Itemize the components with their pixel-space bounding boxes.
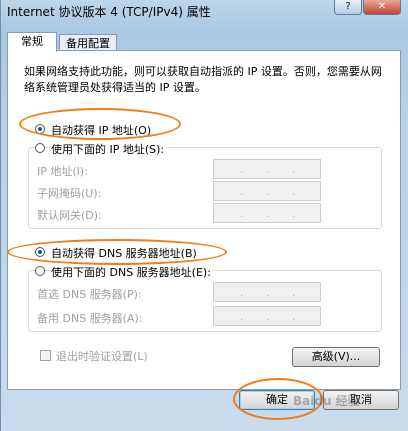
ip-separator-1: . xyxy=(240,163,244,176)
alternate-dns-separator-1: . xyxy=(240,310,244,323)
ip-separator-3: . xyxy=(292,163,296,176)
ip-address-input[interactable]: ... xyxy=(213,159,321,179)
auto-ip-label[interactable]: 自动获得 IP 地址(O) xyxy=(51,122,151,138)
alternate-dns-input[interactable]: ... xyxy=(213,306,321,326)
description-text: 如果网络支持此功能，则可以获取自动指派的 IP 设置。否则，您需要从网络系统管理… xyxy=(24,65,382,94)
manual-dns-label[interactable]: 使用下面的 DNS 服务器地址(E): xyxy=(51,264,213,280)
window-title: Internet 协议版本 4 (TCP/IPv4) 属性 xyxy=(7,5,211,19)
preferred-dns-input[interactable]: ... xyxy=(213,282,321,302)
validate-on-exit-label[interactable]: 退出时验证设置(L) xyxy=(56,348,148,364)
gateway-separator-3: . xyxy=(292,207,296,220)
close-button[interactable]: ✕ xyxy=(363,0,401,15)
ip-address-label: IP 地址(I): xyxy=(37,165,88,178)
subnet-separator-2: . xyxy=(266,185,270,198)
advanced-button[interactable]: 高级(V)... xyxy=(292,347,380,367)
preferred-dns-separator-2: . xyxy=(266,286,270,299)
default-gateway-input[interactable]: ... xyxy=(213,203,321,223)
alternate-dns-separator-2: . xyxy=(266,310,270,323)
manual-ip-radio[interactable] xyxy=(35,143,45,153)
ip-separator-2: . xyxy=(266,163,270,176)
auto-dns-radio[interactable] xyxy=(35,247,45,257)
watermark: Baidu 经验 xyxy=(293,394,360,408)
preferred-dns-label: 首选 DNS 服务器(P): xyxy=(37,288,142,301)
validate-on-exit-checkbox[interactable] xyxy=(40,350,51,361)
subnet-mask-label: 子网掩码(U): xyxy=(37,187,102,200)
manual-ip-label[interactable]: 使用下面的 IP 地址(S): xyxy=(51,141,167,157)
alternate-dns-label: 备用 DNS 服务器(A): xyxy=(37,312,143,325)
tab-panel-general: 如果网络支持此功能，则可以获取自动指派的 IP 设置。否则，您需要从网络系统管理… xyxy=(7,50,401,390)
gateway-separator-2: . xyxy=(266,207,270,220)
preferred-dns-separator-3: . xyxy=(292,286,296,299)
alternate-dns-separator-3: . xyxy=(292,310,296,323)
help-button[interactable]: ? xyxy=(334,0,362,15)
manual-dns-radio[interactable] xyxy=(35,266,45,276)
preferred-dns-separator-1: . xyxy=(240,286,244,299)
gateway-separator-1: . xyxy=(240,207,244,220)
subnet-mask-input[interactable]: ... xyxy=(213,181,321,201)
dialog-window: Internet 协议版本 4 (TCP/IPv4) 属性 ? ✕ 常规 备用配… xyxy=(0,0,408,431)
default-gateway-label: 默认网关(D): xyxy=(37,209,102,222)
auto-dns-label[interactable]: 自动获得 DNS 服务器地址(B) xyxy=(51,245,197,261)
tab-general[interactable]: 常规 xyxy=(7,32,57,52)
title-bar[interactable]: Internet 协议版本 4 (TCP/IPv4) 属性 ? ✕ xyxy=(1,0,408,26)
auto-ip-radio[interactable] xyxy=(35,124,45,134)
subnet-separator-3: . xyxy=(292,185,296,198)
subnet-separator-1: . xyxy=(240,185,244,198)
